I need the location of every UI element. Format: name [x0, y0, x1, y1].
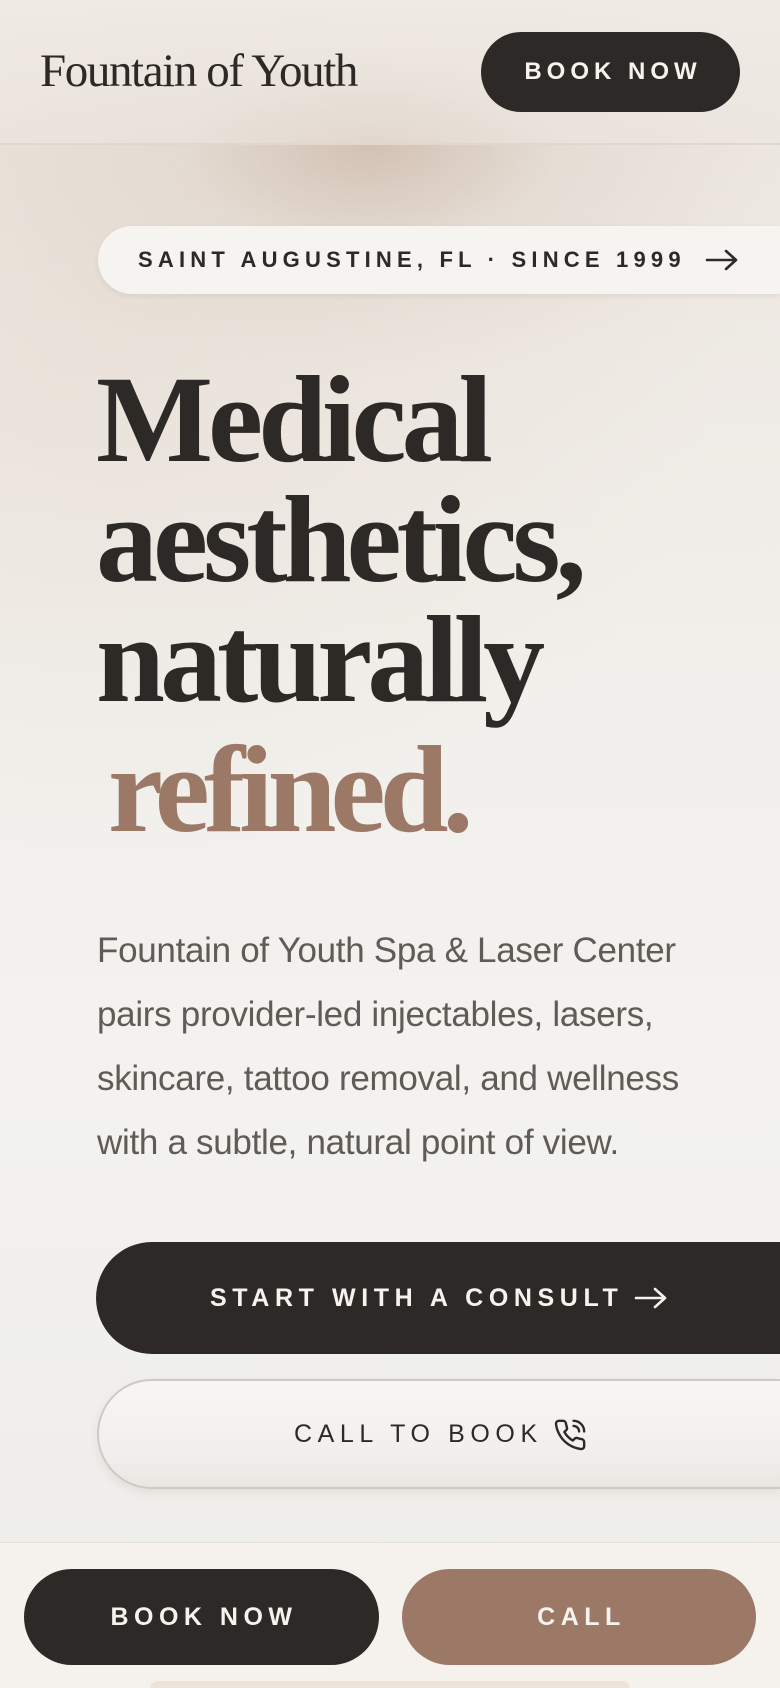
location-label: SAINT AUGUSTINE, FL · SINCE 1999 — [138, 247, 686, 272]
bottom-book-now-button[interactable]: BOOK NOW — [24, 1569, 379, 1665]
call-to-book-label: CALL TO BOOK — [294, 1419, 543, 1448]
headline-line: aesthetics, — [96, 471, 587, 608]
phone-icon — [554, 1419, 586, 1451]
brand-logo[interactable]: Fountain of Youth — [40, 44, 358, 98]
hero-description: Fountain of Youth Spa & Laser Center pai… — [97, 931, 679, 1162]
landing-page: Fountain of Youth BOOK NOW SAINT AUGUSTI… — [0, 0, 780, 1688]
start-consult-label: START WITH A CONSULT — [210, 1283, 624, 1312]
arrow-right-icon — [705, 249, 738, 271]
headline-accent: refined. — [108, 721, 474, 858]
headline-line: Medical — [96, 351, 493, 488]
arrow-right-icon — [634, 1287, 667, 1309]
header-book-now-button[interactable]: BOOK NOW — [481, 32, 740, 112]
next-section-peek — [150, 1681, 630, 1688]
hero-headline: Medical aesthetics, naturally refined. — [96, 351, 756, 858]
sticky-action-bar: BOOK NOW CALL — [0, 1542, 780, 1688]
headline-line: naturally — [96, 591, 545, 728]
location-badge[interactable]: SAINT AUGUSTINE, FL · SINCE 1999 — [98, 226, 780, 294]
bottom-call-button[interactable]: CALL — [402, 1569, 756, 1665]
call-to-book-button[interactable]: CALL TO BOOK — [97, 1379, 780, 1489]
start-consult-button[interactable]: START WITH A CONSULT — [96, 1242, 780, 1354]
site-header: Fountain of Youth BOOK NOW — [0, 0, 780, 145]
